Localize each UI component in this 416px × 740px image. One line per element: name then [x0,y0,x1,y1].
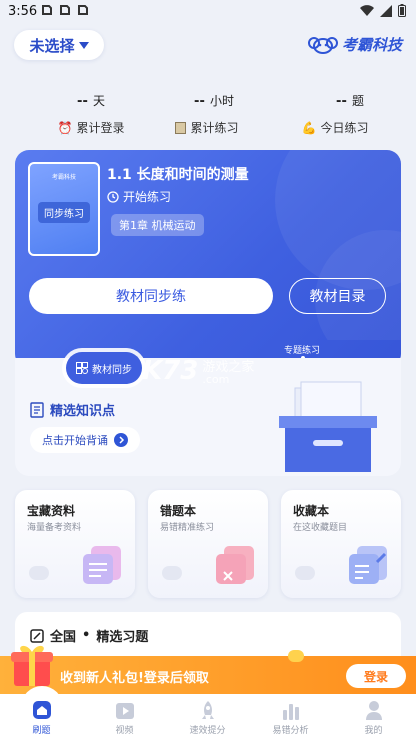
tab-sync-label: 教材同步 [92,364,132,376]
selector-label: 未选择 [29,36,75,55]
gift-box-icon [11,645,53,686]
tab-label: 我的 [364,726,383,736]
textbook-cover[interactable]: 考霸科技 同步练习 [28,162,100,256]
start-label: 开始练习 [123,190,172,204]
stat-label: 累计练习 [190,121,239,135]
coin-icon [288,650,304,662]
bottom-tab-bar: 刷题 视频 速效提分 易错分析 我的 [0,686,416,740]
play-pill-icon [162,566,182,580]
start-practice-link[interactable]: 开始练习 [107,188,171,205]
stat-login: -- 天 ⏰ 累计登录 [46,90,136,136]
sync-icon [76,3,90,17]
tab-textbook-sync[interactable]: 教材同步 [66,352,142,384]
home-icon [32,701,51,719]
stat-practice-time: -- 小时 累计练习 [162,90,252,136]
knowledge-title-label: 精选知识点 [50,404,116,419]
stat-unit: 题 [351,94,364,108]
login-button[interactable]: 登录 [346,664,406,688]
notebook-icon [175,121,187,134]
bar-chart-icon [282,704,299,720]
status-notification-icons [40,3,90,17]
person-icon [365,701,382,720]
sync-icon [58,3,72,17]
status-bar: 3:56 [0,0,416,24]
file-cabinet-icon [279,381,377,472]
chevron-right-icon [114,433,128,447]
cover-publisher: 考霸科技 [51,174,76,181]
card-treasure-materials[interactable]: 宝藏资料 海量备考资料 [15,490,135,598]
textbook-toc-button[interactable]: 教材目录 [289,278,386,314]
signal-icon [380,4,392,17]
start-recite-label: 点击开始背诵 [42,434,108,447]
stat-label: 累计登录 [76,121,125,135]
textbook-sync-button[interactable]: 教材同步练 [29,278,273,314]
stat-value: -- [194,94,205,109]
stat-label: 今日练习 [320,121,369,135]
status-system-icons [360,4,406,17]
card-wrong-questions[interactable]: 错题本 易错精准练习 [148,490,268,598]
rocket-icon [201,701,214,719]
section-dot: • [82,628,91,643]
card-title: 错题本 [160,504,197,518]
battery-icon [398,4,406,17]
tab-label: 视频 [115,726,134,736]
card-subtitle: 在这收藏题目 [293,523,348,533]
start-recite-button[interactable]: 点击开始背诵 [30,427,140,453]
caret-down-icon [78,41,89,49]
stat-value: -- [336,94,347,109]
knowledge-points-title: 精选知识点 [30,400,115,419]
tab-practice[interactable]: 刷题 [0,686,83,740]
chapter-badge: 第1章 机械运动 [111,214,204,236]
card-favorites[interactable]: 收藏本 在这收藏题目 [281,490,401,598]
card-title: 收藏本 [293,504,330,518]
brand-logo: 考霸科技 [307,34,402,55]
watermark-domain: .com [202,373,230,386]
play-pill-icon [29,566,49,580]
stat-unit: 天 [92,94,105,108]
cover-label: 同步练习 [38,202,90,223]
play-pill-icon [295,566,315,580]
card-title: 宝藏资料 [27,504,76,518]
tab-label: 易错分析 [272,726,309,736]
document-stack-icon [83,546,121,584]
brand-name: 考霸科技 [341,36,402,54]
tab-mine[interactable]: 我的 [332,694,415,740]
koala-logo-icon [307,36,338,54]
watermark: K73 游戏之家 .com [142,356,254,386]
video-icon [115,703,134,719]
flex-arm-icon: 💪 [301,120,317,135]
card-subtitle: 海量备考资料 [27,523,82,533]
section-title-label: 精选习题 [96,630,149,645]
clock-icon [107,190,119,203]
tab-topic-practice[interactable]: 专题练习 [284,343,320,356]
alarm-clock-icon: ⏰ [57,120,73,135]
stat-unit: 小时 [209,94,234,108]
document-icon [30,401,44,418]
tab-label: 速效提分 [189,726,226,736]
favorites-book-icon [349,546,387,584]
subject-selector[interactable]: 未选择 [14,30,104,60]
promo-text: 收到新人礼包!登录后领取 [60,671,209,686]
sync-icon [40,3,54,17]
stat-today: -- 题 💪 今日练习 [290,90,380,136]
status-time: 3:56 [8,4,38,19]
wifi-icon [360,4,374,16]
card-subtitle: 易错精准练习 [160,523,215,533]
tab-label: 刷题 [32,726,51,736]
tab-quick-improve[interactable]: 速效提分 [166,694,249,740]
textbook-hero-card: 考霸科技 同步练习 1.1 长度和时间的测量 开始练习 第1章 机械运动 教材同… [15,150,401,368]
lesson-title[interactable]: 1.1 长度和时间的测量 [107,164,249,184]
watermark-main: K73 [142,356,199,386]
tab-video[interactable]: 视频 [83,694,166,740]
grid-icon [76,362,88,374]
wrong-book-icon [216,546,254,584]
tab-error-analysis[interactable]: 易错分析 [249,694,332,740]
stat-value: -- [77,94,88,109]
